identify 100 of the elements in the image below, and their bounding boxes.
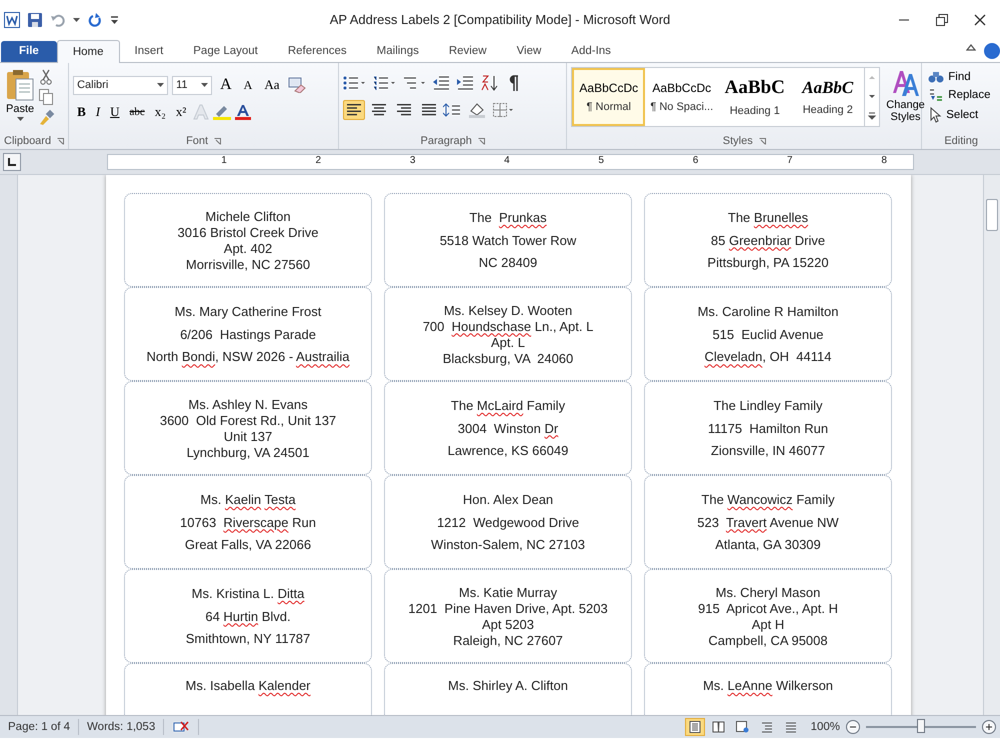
ribbon-tab[interactable]: Page Layout (178, 41, 273, 62)
cut-icon[interactable] (39, 69, 54, 85)
decrease-indent-icon[interactable] (433, 76, 450, 90)
address-line: The Wancowicz Family (701, 492, 835, 507)
align-button[interactable] (343, 100, 366, 120)
view-button[interactable] (684, 718, 705, 736)
undo-icon[interactable] (50, 12, 66, 28)
print-layout-icon[interactable] (688, 721, 701, 733)
zoom-in-icon[interactable] (982, 720, 996, 734)
zoom-out-icon[interactable] (846, 720, 860, 734)
file-tab[interactable]: File (1, 41, 57, 62)
close-icon[interactable] (974, 14, 986, 26)
dialog-launcher-icon[interactable] (478, 138, 485, 144)
format-button[interactable]: U (106, 102, 124, 122)
address-line: Michele Clifton (205, 208, 291, 224)
multilevel-list-icon[interactable] (403, 76, 426, 90)
pilcrow-icon[interactable] (507, 75, 520, 91)
format-button[interactable]: x² (172, 102, 190, 122)
ribbon-tab[interactable]: References (272, 41, 362, 62)
style-option[interactable]: AaBbC Heading 2 (791, 68, 864, 126)
address-line: Ms. Katie Murray (458, 584, 558, 600)
address-line: Campbell, CA 95008 (708, 632, 828, 648)
font-color-icon[interactable] (234, 104, 252, 120)
customize-toolbar-icon[interactable] (110, 15, 119, 25)
address-line: 3016 Bristol Creek Drive (178, 224, 318, 240)
address-line: Apt 5203 (482, 616, 534, 632)
ribbon-tab[interactable]: Home (56, 40, 120, 63)
save-icon[interactable] (27, 12, 43, 28)
clear-formatting-icon[interactable] (288, 77, 306, 93)
caret-icon[interactable] (157, 83, 164, 87)
address-line: Zionsville, IN 46077 (710, 443, 826, 458)
address-line: Hon. Alex Dean (462, 492, 554, 507)
letters-a-icon (890, 69, 921, 97)
ruler-number: 6 (692, 155, 698, 166)
highlighter-icon[interactable] (212, 104, 232, 120)
shrink-font-button[interactable]: A (240, 75, 256, 95)
editing-button[interactable]: Replace (926, 87, 992, 103)
paintbrush-icon[interactable] (39, 109, 56, 125)
dialog-launcher-icon[interactable] (57, 138, 64, 144)
ribbon-tab[interactable]: Add-Ins (556, 41, 626, 62)
minimize-ribbon-icon[interactable] (966, 43, 976, 51)
vertical-scrollbar[interactable] (983, 175, 1000, 715)
caret-icon[interactable] (201, 83, 208, 87)
style-option[interactable]: AaBbCcDc ¶ No Spaci... (645, 68, 718, 126)
editing-button[interactable]: Select (926, 106, 992, 124)
change-styles-button[interactable]: Change Styles (884, 67, 927, 125)
copy-icon[interactable] (39, 89, 54, 105)
horizontal-ruler[interactable]: 1 2 3 4 5 6 7 8 (107, 154, 914, 170)
cursor-icon (928, 107, 942, 123)
paste-button[interactable]: Paste (4, 67, 36, 133)
bullets-icon[interactable] (343, 76, 366, 90)
paste-caret-icon[interactable] (16, 117, 24, 121)
address-line: 1201 Pine Haven Drive, Apt. 5203 (408, 600, 608, 616)
dialog-launcher-icon[interactable] (758, 138, 766, 144)
editing-button[interactable]: Find (926, 69, 992, 84)
draft-icon[interactable] (784, 721, 797, 733)
word-count[interactable]: Words: 1,053 (79, 719, 164, 735)
address-line: Atlanta, GA 30309 (715, 537, 821, 552)
font-family-field[interactable]: Calibri (73, 76, 168, 94)
format-button[interactable]: x₂ (150, 102, 170, 122)
book-icon[interactable] (712, 721, 726, 733)
zoom-slider-thumb[interactable] (917, 719, 925, 733)
restore-icon[interactable] (936, 14, 948, 26)
font-size-field[interactable]: 11 (172, 76, 212, 94)
tab-selector[interactable] (3, 153, 21, 171)
address-line: Lawrence, KS 66049 (448, 443, 568, 458)
format-button[interactable]: abc (126, 102, 149, 122)
redo-icon[interactable] (87, 12, 103, 28)
align-left-icon (347, 103, 362, 117)
page-count[interactable]: Page: 1 of 4 (0, 719, 80, 735)
change-case-button[interactable]: Aa (260, 75, 284, 95)
style-option[interactable]: AaBbC Heading 1 (718, 68, 792, 126)
address-line: Ms. Ashley N. Evans (188, 396, 308, 412)
address-line: Ms. Shirley A. Clifton (448, 678, 568, 693)
group-label: Paragraph (420, 135, 472, 147)
undo-caret-icon[interactable] (73, 18, 80, 22)
ribbon-tab[interactable]: Review (434, 41, 502, 62)
address-line: 11175 Hamilton Run (708, 420, 828, 436)
address-line: Smithtown, NY 11787 (186, 631, 310, 646)
ribbon-tab[interactable]: Mailings (362, 41, 434, 62)
dialog-launcher-icon[interactable] (214, 138, 222, 144)
format-button[interactable]: I (92, 102, 104, 122)
align-justify-icon (422, 103, 436, 117)
format-button[interactable]: B (73, 102, 90, 122)
increase-indent-icon[interactable] (457, 76, 474, 90)
web-layout-icon[interactable] (736, 721, 750, 733)
group-label: Font (186, 135, 208, 147)
outline-icon[interactable] (760, 721, 773, 733)
zoom-level[interactable]: 100% (810, 721, 840, 733)
address-line: 64 Hurtin Blvd. (205, 608, 291, 624)
ribbon-tab[interactable]: Insert (120, 41, 178, 62)
borders-icon[interactable] (493, 103, 516, 117)
style-option[interactable]: AaBbCcDc ¶ Normal (572, 68, 646, 126)
ribbon-tab[interactable]: View (502, 41, 556, 62)
address-line: North Bondi, NSW 2026 - Austrailia (146, 349, 350, 364)
align-center-icon (372, 103, 386, 117)
numbering-icon[interactable] (373, 76, 396, 90)
proofing-icon[interactable] (172, 720, 190, 734)
grow-font-button[interactable]: A (216, 75, 236, 95)
sort-icon[interactable] (481, 75, 500, 91)
